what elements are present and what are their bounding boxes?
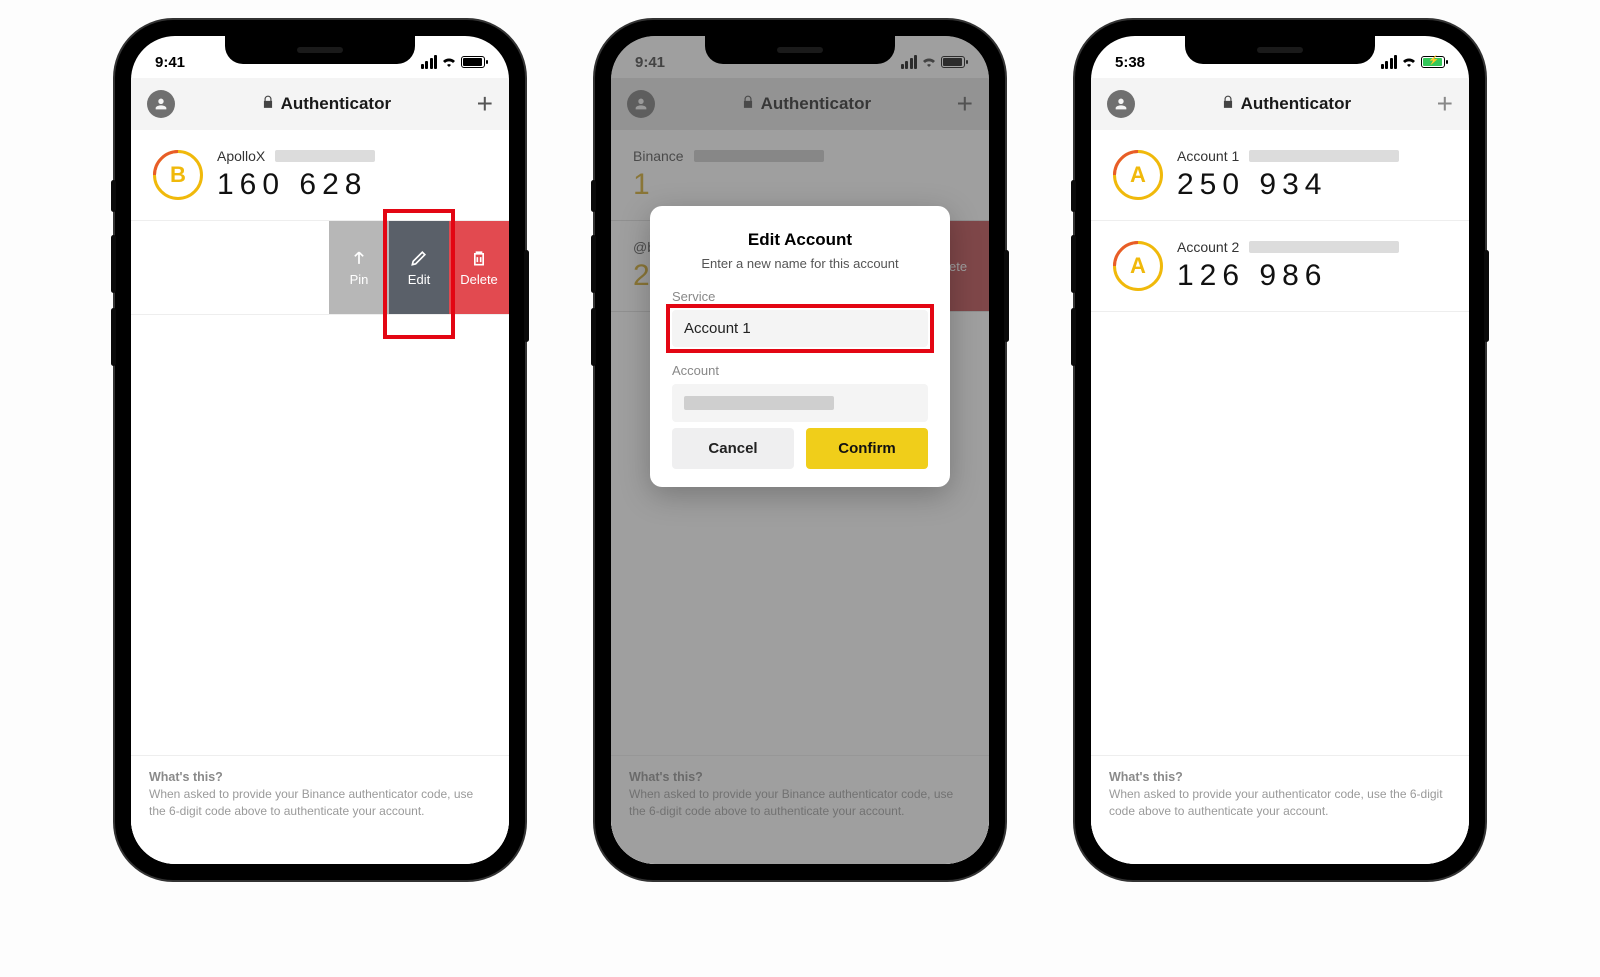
notch	[1185, 36, 1375, 64]
notch	[705, 36, 895, 64]
profile-button[interactable]	[147, 90, 175, 118]
account-name: Account 1	[1177, 148, 1239, 164]
account-row-swiped[interactable]: Pin Edit Delete inance.com	[131, 221, 509, 315]
account-row[interactable]: A Account 2 126 986	[1091, 221, 1469, 312]
pin-icon	[349, 248, 369, 268]
cancel-button[interactable]: Cancel	[672, 428, 794, 469]
redacted-text	[1249, 241, 1399, 253]
delete-button[interactable]: Delete	[449, 221, 509, 314]
lock-icon	[1221, 94, 1235, 115]
account-row[interactable]: A Account 1 250 934	[1091, 130, 1469, 221]
help-footer: What's this? When asked to provide your …	[1091, 755, 1469, 864]
auth-code: 126 986	[1177, 259, 1451, 293]
auth-code: 250 934	[1177, 168, 1451, 202]
signal-icon	[1381, 55, 1398, 69]
phone-3: 5:38 Authenticator +	[1075, 20, 1485, 880]
service-label: Service	[672, 289, 928, 304]
battery-charging-icon	[1421, 56, 1445, 68]
accounts-list: A Account 1 250 934 A Account 2	[1091, 130, 1469, 864]
signal-icon	[421, 55, 438, 69]
help-footer: What's this? When asked to provide your …	[131, 755, 509, 864]
service-input[interactable]	[672, 310, 928, 347]
add-button[interactable]: +	[1437, 90, 1453, 118]
edit-account-modal: Edit Account Enter a new name for this a…	[650, 206, 950, 487]
add-button[interactable]: +	[477, 90, 493, 118]
page-title: Authenticator	[281, 94, 392, 114]
edit-button[interactable]: Edit	[389, 221, 449, 314]
timer-ring-icon: A	[1113, 150, 1163, 200]
modal-title: Edit Account	[672, 230, 928, 250]
trash-icon	[469, 248, 489, 268]
status-time: 5:38	[1115, 54, 1145, 71]
phone-2: 9:41 Authenticator +	[595, 20, 1005, 880]
app-header: Authenticator +	[131, 78, 509, 130]
battery-icon	[461, 56, 485, 68]
auth-code: 265	[131, 261, 329, 295]
wifi-icon	[441, 55, 457, 69]
timer-ring-icon: B	[153, 150, 203, 200]
redacted-text	[275, 150, 375, 162]
pencil-icon	[409, 248, 429, 268]
account-label: Account	[672, 363, 928, 378]
pin-button[interactable]: Pin	[329, 221, 389, 314]
confirm-button[interactable]: Confirm	[806, 428, 928, 469]
account-name: ApolloX	[217, 148, 265, 164]
account-input[interactable]	[672, 384, 928, 422]
status-time: 9:41	[155, 54, 185, 71]
profile-button[interactable]	[1107, 90, 1135, 118]
timer-ring-icon: A	[1113, 241, 1163, 291]
auth-code: 160 628	[217, 168, 491, 202]
app-header: Authenticator +	[1091, 78, 1469, 130]
phone-1: 9:41 Authenticator +	[115, 20, 525, 880]
account-name: Account 2	[1177, 239, 1239, 255]
redacted-text	[1249, 150, 1399, 162]
accounts-list: B ApolloX 160 628 Pin	[131, 130, 509, 864]
notch	[225, 36, 415, 64]
redacted-text	[684, 396, 834, 410]
wifi-icon	[1401, 55, 1417, 69]
lock-icon	[261, 94, 275, 115]
modal-subtitle: Enter a new name for this account	[672, 256, 928, 271]
account-row[interactable]: B ApolloX 160 628	[131, 130, 509, 221]
page-title: Authenticator	[1241, 94, 1352, 114]
